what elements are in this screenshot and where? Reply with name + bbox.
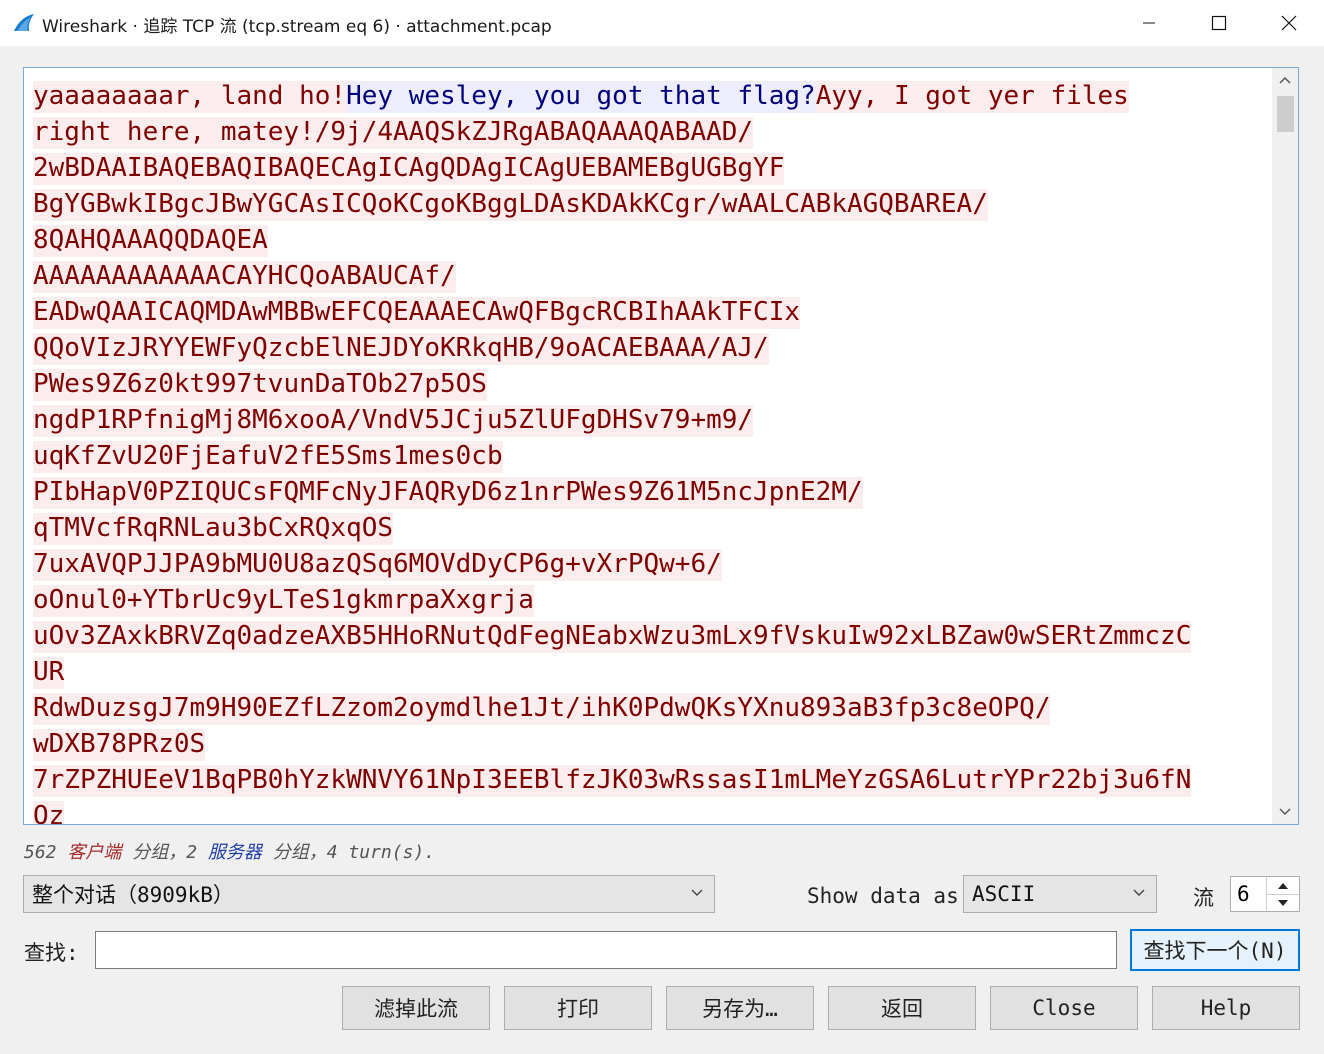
stream-number-value: 6	[1237, 882, 1250, 906]
stream-line: uOv3ZAxkBRVZq0adzeAXB5HHoRNutQdFegNEabxW…	[33, 618, 1263, 654]
stream-line: uqKfZvU20FjEafuV2fE5Sms1mes0cb	[33, 438, 1263, 474]
client-label: 客户端	[67, 842, 122, 863]
client-data: 7rZPZHUEeV1BqPB0hYzkWNVY61NpI3EEBlfzJK03…	[33, 765, 1192, 797]
client-data: AAAAAAAAAAAACAYHCQoABAUCAf/	[33, 261, 456, 293]
find-next-button[interactable]: 查找下一个(N)	[1130, 929, 1300, 971]
save-as-button[interactable]: 另存为…	[666, 986, 814, 1030]
client-data: QQoVIzJRYYEWFyQzcbElNEJDYoKRkqHB/9oACAEB…	[33, 333, 769, 365]
client-data: EADwQAAICAQMDAwMBBwEFCQEAAAECAwQFBgcRCBI…	[33, 297, 801, 329]
client-data: Oz	[33, 801, 65, 824]
stream-line: 8QAHQAAAQQDAQEA	[33, 222, 1263, 258]
maximize-button[interactable]	[1184, 0, 1254, 46]
stream-text-area[interactable]: yaaaaaaaar, land ho!Hey wesley, you got …	[23, 67, 1299, 825]
stream-line: RdwDuzsgJ7m9H90EZfLZzom2oymdlhe1Jt/ihK0P…	[33, 690, 1263, 726]
stream-line: BgYGBwkIBgcJBwYGCAsICQoKCgoKBggLDAsKDAkK…	[33, 186, 1263, 222]
vertical-scrollbar[interactable]	[1272, 68, 1298, 824]
stream-line: PIbHapV0PZIQUCsFQMFcNyJFAQRyD6z1nrPWes9Z…	[33, 474, 1263, 510]
spin-up-button[interactable]	[1267, 877, 1299, 895]
client-data: PIbHapV0PZIQUCsFQMFcNyJFAQRyD6z1nrPWes9Z…	[33, 477, 863, 509]
wireshark-fin-icon	[14, 14, 34, 31]
spin-down-icon	[1278, 899, 1288, 906]
client-data: Ayy, I got yer files	[815, 81, 1129, 113]
stream-line: qTMVcfRqRNLau3bCxRQxqOS	[33, 510, 1263, 546]
stats-text-1: 分组，	[121, 842, 187, 863]
stream-label: 流	[1193, 886, 1214, 910]
scroll-up-icon[interactable]	[1279, 76, 1291, 84]
show-data-label: Show data as	[807, 884, 959, 908]
scroll-down-icon[interactable]	[1279, 808, 1291, 816]
client-data: 8QAHQAAAQQDAQEA	[33, 225, 268, 257]
minimize-button[interactable]	[1114, 0, 1184, 46]
stream-line: 7rZPZHUEeV1BqPB0hYzkWNVY61NpI3EEBlfzJK03…	[33, 762, 1263, 798]
stream-content: yaaaaaaaar, land ho!Hey wesley, you got …	[33, 78, 1263, 824]
close-icon	[1281, 15, 1297, 31]
find-label: 查找:	[24, 941, 79, 965]
print-button[interactable]: 打印	[504, 986, 652, 1030]
chevron-down-icon	[1133, 889, 1145, 896]
spin-down-button[interactable]	[1267, 894, 1299, 911]
client-data: 7uxAVQPJJPA9bMU0U8azQSq6MOVdDyCP6g+vXrPQ…	[33, 549, 722, 581]
close-button[interactable]: Close	[990, 986, 1138, 1030]
client-data: uqKfZvU20FjEafuV2fE5Sms1mes0cb	[33, 441, 503, 473]
stream-line: yaaaaaaaar, land ho!Hey wesley, you got …	[33, 78, 1263, 114]
stream-line: PWes9Z6z0kt997tvunDaTOb27p5OS	[33, 366, 1263, 402]
stream-line: wDXB78PRz0S	[33, 726, 1263, 762]
filter-out-stream-button[interactable]: 滤掉此流	[342, 986, 490, 1030]
stream-line: 7uxAVQPJJPA9bMU0U8azQSq6MOVdDyCP6g+vXrPQ…	[33, 546, 1263, 582]
stream-line: 2wBDAAIBAQEBAQIBAQECAgICAgQDAgICAgUEBAME…	[33, 150, 1263, 186]
stats-text-2: 分组，4 turn(s).	[261, 842, 436, 863]
server-label: 服务器	[207, 842, 262, 863]
client-data: BgYGBwkIBgcJBwYGCAsICQoKCgoKBggLDAsKDAkK…	[33, 189, 988, 221]
server-packet-count: 2	[186, 842, 198, 863]
client-data: ngdP1RPfnigMj8M6xooA/VndV5JCju5ZlUFgDHSv…	[33, 405, 754, 437]
conversation-select[interactable]: 整个对话（8909kB）	[23, 875, 715, 913]
close-window-button[interactable]	[1254, 0, 1324, 46]
client-packet-count: 562	[24, 842, 57, 863]
client-data: wDXB78PRz0S	[33, 729, 206, 761]
client-data: RdwDuzsgJ7m9H90EZfLZzom2oymdlhe1Jt/ihK0P…	[33, 693, 1051, 725]
stream-line: Oz	[33, 798, 1263, 824]
stream-line: UR	[33, 654, 1263, 690]
client-data: qTMVcfRqRNLau3bCxRQxqOS	[33, 513, 394, 545]
client-data: uOv3ZAxkBRVZq0adzeAXB5HHoRNutQdFegNEabxW…	[33, 621, 1192, 653]
scrollbar-thumb[interactable]	[1277, 96, 1294, 132]
stream-stats: 562 客户端 分组，2 服务器 分组，4 turn(s).	[24, 838, 435, 864]
stream-line: right here, matey!/9j/4AAQSkZJRgABAQAAAQ…	[33, 114, 1263, 150]
chevron-down-icon	[691, 889, 703, 896]
stream-number-spinbox[interactable]: 6	[1230, 876, 1300, 912]
client-data: oOnul0+YTbrUc9yLTeS1gkmrpaXxgrja	[33, 585, 534, 617]
stream-line: oOnul0+YTbrUc9yLTeS1gkmrpaXxgrja	[33, 582, 1263, 618]
stream-line: ngdP1RPfnigMj8M6xooA/VndV5JCju5ZlUFgDHSv…	[33, 402, 1263, 438]
title-bar: Wireshark · 追踪 TCP 流 (tcp.stream eq 6) ·…	[0, 0, 1324, 46]
back-button[interactable]: 返回	[828, 986, 976, 1030]
stream-line: AAAAAAAAAAAACAYHCQoABAUCAf/	[33, 258, 1263, 294]
maximize-icon	[1211, 15, 1227, 31]
window-title: Wireshark · 追踪 TCP 流 (tcp.stream eq 6) ·…	[42, 17, 552, 37]
help-button[interactable]: Help	[1152, 986, 1300, 1030]
server-data: Hey wesley, you got that flag?	[346, 81, 816, 113]
client-data: 2wBDAAIBAQEBAQIBAQECAgICAgQDAgICAgUEBAME…	[33, 153, 785, 185]
stream-line: QQoVIzJRYYEWFyQzcbElNEJDYoKRkqHB/9oACAEB…	[33, 330, 1263, 366]
conversation-select-value: 整个对话（8909kB）	[32, 883, 234, 907]
stream-line: EADwQAAICAQMDAwMBBwEFCQEAAAECAwQFBgcRCBI…	[33, 294, 1263, 330]
client-data: PWes9Z6z0kt997tvunDaTOb27p5OS	[33, 369, 487, 401]
client-data: right here, matey!/9j/4AAQSkZJRgABAQAAAQ…	[33, 117, 754, 149]
minimize-icon	[1143, 22, 1155, 24]
find-input[interactable]	[95, 931, 1117, 969]
format-select-value: ASCII	[972, 882, 1036, 906]
format-select[interactable]: ASCII	[963, 875, 1157, 913]
spin-up-icon	[1278, 882, 1288, 889]
client-data: UR	[33, 657, 65, 689]
client-data: yaaaaaaaar, land ho!	[33, 81, 347, 113]
